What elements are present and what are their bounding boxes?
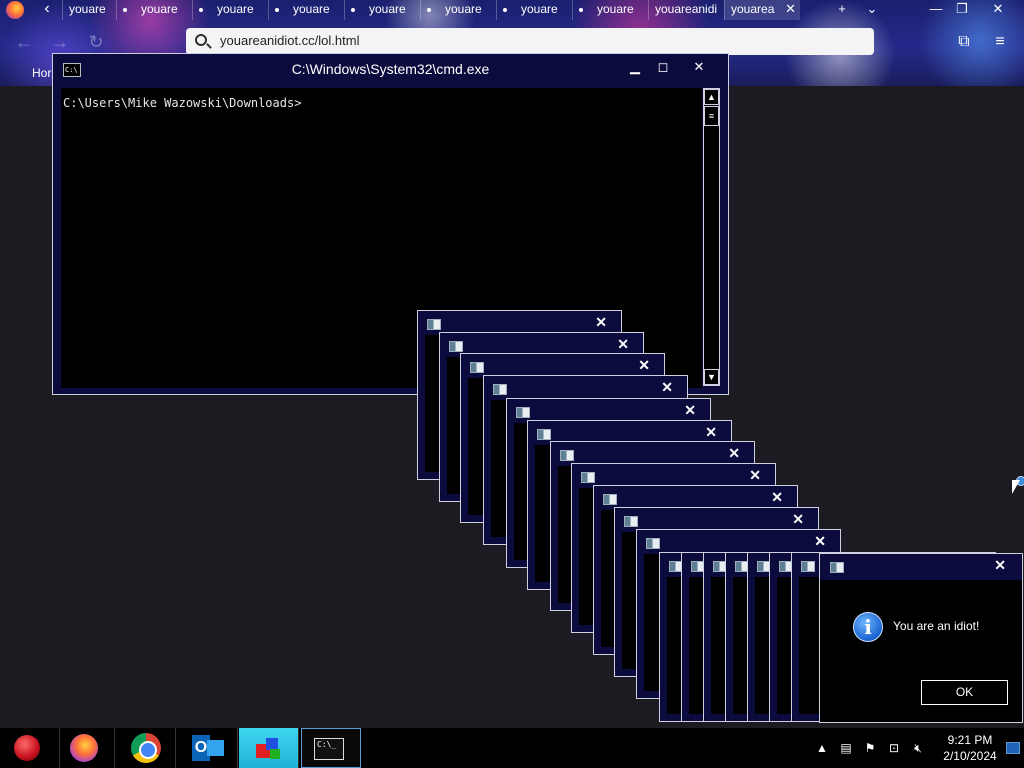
message-body: i You are an idiot! OK [820, 580, 1022, 722]
message-text: You are an idiot! [893, 619, 980, 633]
network-icon[interactable]: ⊡ [886, 740, 902, 756]
browser-tab[interactable]: youareanidi [648, 0, 724, 20]
message-box[interactable]: ✕ i You are an idiot! OK [819, 553, 1023, 723]
browser-tab[interactable]: youare [268, 0, 344, 20]
forward-icon[interactable]: → [50, 32, 70, 52]
minimize-icon[interactable]: — [924, 0, 948, 18]
network-share-icon[interactable]: ▤ [838, 740, 854, 756]
window-app-icon [516, 407, 530, 418]
chrome-icon [131, 733, 161, 763]
window-app-icon [603, 494, 617, 505]
window-app-icon [537, 429, 551, 440]
window-app-icon [470, 362, 484, 373]
bookmark-home[interactable]: Hor [32, 66, 51, 80]
browser-tab[interactable]: youare [420, 0, 496, 20]
outlook-icon: O [192, 735, 224, 761]
flag-icon[interactable]: ⚑ [862, 740, 878, 756]
taskbar-firefox[interactable] [55, 728, 115, 768]
browser-tab[interactable]: youare [572, 0, 648, 20]
scrollbar[interactable]: ▲ ≡ ▼ [703, 88, 720, 386]
app-cubes-icon [254, 734, 284, 762]
new-tab-icon[interactable]: + [830, 0, 854, 18]
reload-icon[interactable]: ↻ [86, 32, 106, 52]
browser-tab[interactable]: youare [496, 0, 572, 20]
close-icon[interactable]: ✕ [749, 467, 761, 484]
window-app-icon [646, 538, 660, 549]
mouse-cursor-icon [1012, 480, 1020, 494]
info-icon: i [853, 612, 883, 642]
back-icon[interactable]: ← [14, 32, 34, 52]
address-bar[interactable]: youareanidiot.cc/lol.html [186, 28, 874, 55]
window-app-icon [560, 450, 574, 461]
close-icon[interactable]: ✕ [792, 511, 804, 528]
close-icon[interactable]: ✕ [705, 424, 717, 441]
close-icon[interactable]: ✕ [684, 402, 696, 419]
cmd-titlebar[interactable]: C:\ C:\Windows\System32\cmd.exe ▁ ◻ ✕ [53, 54, 728, 86]
browser-tab[interactable]: youare [116, 0, 192, 20]
start-button[interactable] [0, 728, 60, 768]
browser-tab[interactable]: youare [192, 0, 268, 20]
ok-button[interactable]: OK [921, 680, 1008, 705]
console-prompt: C:\Users\Mike Wazowski\Downloads> [63, 96, 302, 110]
taskbar-outlook[interactable]: O [178, 728, 238, 768]
window-app-icon [830, 562, 844, 573]
taskbar: O C:\_ ▲ ▤ ⚑ ⊡ 🔇︎ 9:21 PM 2/10/2024 [0, 728, 1024, 768]
window-app-icon [449, 341, 463, 352]
close-icon[interactable]: ✕ [994, 557, 1006, 574]
clock-time: 9:21 PM [947, 733, 993, 747]
scroll-down-icon[interactable]: ▼ [704, 369, 719, 385]
clock-date: 2/10/2024 [943, 749, 997, 763]
browser-tab-active[interactable]: youarea ✕ [724, 0, 800, 20]
close-icon[interactable]: ✕ [986, 0, 1010, 18]
taskbar-app[interactable] [239, 728, 299, 768]
firefox-icon [6, 1, 24, 19]
close-icon[interactable]: ✕ [617, 336, 629, 353]
extensions-icon[interactable]: ⧉ [954, 32, 974, 52]
chevron-down-icon[interactable]: ⌄ [860, 0, 884, 18]
tab-close-icon[interactable]: ✕ [785, 0, 796, 18]
taskbar-cmd[interactable]: C:\_ [301, 728, 361, 768]
scroll-thumb[interactable]: ≡ [704, 106, 719, 126]
notification-icon[interactable] [1006, 742, 1020, 754]
window-app-icon [624, 516, 638, 527]
menu-icon[interactable]: ≡ [990, 32, 1010, 52]
tab-scroll-left-icon[interactable]: ‹ [38, 0, 56, 18]
volume-muted-icon[interactable]: 🔇︎ [910, 740, 926, 756]
scroll-up-icon[interactable]: ▲ [704, 89, 719, 105]
url-text: youareanidiot.cc/lol.html [220, 33, 360, 48]
close-icon[interactable]: ✕ [661, 379, 673, 396]
clock[interactable]: 9:21 PM 2/10/2024 [938, 732, 1002, 764]
window-app-icon [801, 561, 815, 572]
start-orb-icon [14, 735, 40, 761]
window-app-icon [581, 472, 595, 483]
cmd-icon: C:\_ [314, 738, 344, 760]
close-icon[interactable]: ✕ [814, 533, 826, 550]
search-icon [195, 34, 207, 46]
close-icon[interactable]: ✕ [728, 445, 740, 462]
firefox-icon [70, 734, 98, 762]
close-icon[interactable]: ✕ [595, 314, 607, 331]
close-icon[interactable]: ✕ [771, 489, 783, 506]
taskbar-chrome[interactable] [116, 728, 176, 768]
close-icon[interactable]: ✕ [638, 357, 650, 374]
browser-tab[interactable]: youare [344, 0, 420, 20]
minimize-icon[interactable]: ▁ [621, 57, 649, 77]
window-app-icon [493, 384, 507, 395]
maximize-icon[interactable]: ◻ [649, 57, 677, 77]
close-icon[interactable]: ✕ [685, 57, 713, 77]
tray-expand-icon[interactable]: ▲ [814, 740, 830, 756]
restore-icon[interactable]: ❐ [950, 0, 974, 18]
window-app-icon [427, 319, 441, 330]
